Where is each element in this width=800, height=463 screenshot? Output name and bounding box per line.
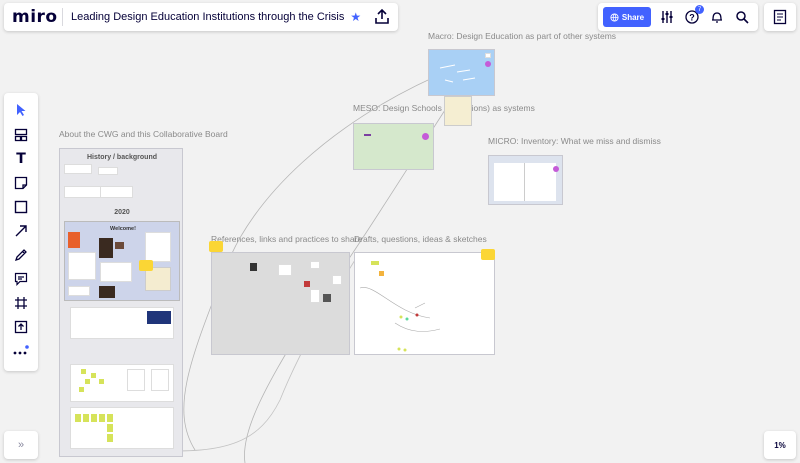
connection-line-tool[interactable] [12,222,30,240]
more-icon [13,345,29,355]
select-tool[interactable] [12,101,30,119]
photo-card [115,242,124,249]
photo-card [99,286,115,298]
history-card [98,167,118,175]
meso-frame[interactable] [353,123,434,170]
ref-item [250,263,257,271]
ref-item [332,275,342,285]
board-notes-button[interactable] [764,3,796,31]
bell-icon[interactable] [708,8,726,26]
upload-tool[interactable] [12,318,30,336]
help-icon[interactable]: ? 7 [683,5,704,26]
comment-indicator-icon[interactable] [139,260,153,271]
beige-note[interactable] [444,96,472,126]
comment-indicator-icon[interactable] [209,241,223,252]
ref-item [310,289,320,303]
comment-tool[interactable] [12,270,30,288]
sticky-grid [70,407,174,449]
status-dot [553,166,559,172]
svg-text:?: ? [689,13,695,23]
notes-icon [773,9,787,25]
draft-connectors [359,287,441,352]
star-icon[interactable]: ★ [350,10,361,24]
label-macro: Macro: Design Education as part of other… [428,31,617,41]
pen-icon [14,249,27,262]
frame-sketch [439,64,476,83]
text-tool[interactable]: T [12,150,30,168]
orange-card [68,232,80,248]
square-icon [14,200,28,214]
share-label: Share [621,12,645,22]
ref-item [310,261,320,269]
info-card [68,286,90,296]
welcome-section: Welcome! [64,221,180,301]
text-icon: T [16,151,26,167]
sticky-cluster [70,364,174,402]
share-button[interactable]: Share [603,7,651,27]
label-drafts: Drafts, questions, ideas & sketches [354,234,487,244]
label-about: About the CWG and this Collaborative Boa… [59,129,228,139]
zoom-value: 1% [774,440,786,450]
status-dot [485,61,491,67]
drafts-frame[interactable] [354,252,495,355]
export-icon[interactable] [374,8,390,26]
board-header: miro Leading Design Education Institutio… [4,3,398,31]
sticky-note-tool[interactable] [12,174,30,192]
photo-card [99,238,113,258]
ref-item [278,264,292,276]
inventory-sheet [494,163,556,201]
ref-item [323,294,331,302]
history-card [100,186,133,198]
text-block [70,307,174,339]
macro-frame[interactable] [428,49,495,96]
shape-tool[interactable] [12,198,30,216]
banner-card [147,311,171,324]
frame-icon [15,297,27,309]
comment-indicator-icon[interactable] [481,249,495,260]
status-dot [422,133,429,140]
miro-logo[interactable]: miro [4,7,62,27]
sticky-note-icon [14,176,28,190]
micro-frame[interactable] [488,155,563,205]
pen-tool[interactable] [12,246,30,264]
cursor-icon [17,104,26,116]
search-icon[interactable] [733,8,751,26]
frame-tool[interactable] [12,294,30,312]
collaboration-toolbar: Share ? 7 [598,3,758,31]
label-micro: MICRO: Inventory: What we miss and dismi… [488,136,661,146]
label-references: References, links and practices to share [211,234,363,244]
mini-card [485,53,491,58]
help-badge: 7 [695,5,704,14]
upload-icon [14,320,28,334]
expand-panel-button[interactable]: » [4,431,38,459]
history-title: History / background [86,154,157,161]
info-card [145,232,171,262]
info-card [68,252,96,280]
comment-icon [14,272,28,286]
templates-icon [14,128,28,142]
arrow-icon [15,225,27,237]
mini-item [364,134,371,136]
history-card [64,186,102,198]
about-frame[interactable]: History / background 2020 Welcome! [59,148,183,457]
settings-sliders-icon[interactable] [658,8,676,26]
globe-icon [610,12,619,22]
board-title[interactable]: Leading Design Education Institutions th… [63,11,344,23]
references-frame[interactable] [211,252,350,355]
year-2020: 2020 [114,209,130,216]
more-tools[interactable] [12,342,30,360]
ref-item [304,281,310,287]
info-card [100,262,132,282]
chevron-double-right-icon: » [17,439,25,451]
creation-toolbar: T [4,93,38,371]
zoom-level[interactable]: 1% [764,431,796,459]
templates-tool[interactable] [12,126,30,144]
history-card [64,164,92,174]
